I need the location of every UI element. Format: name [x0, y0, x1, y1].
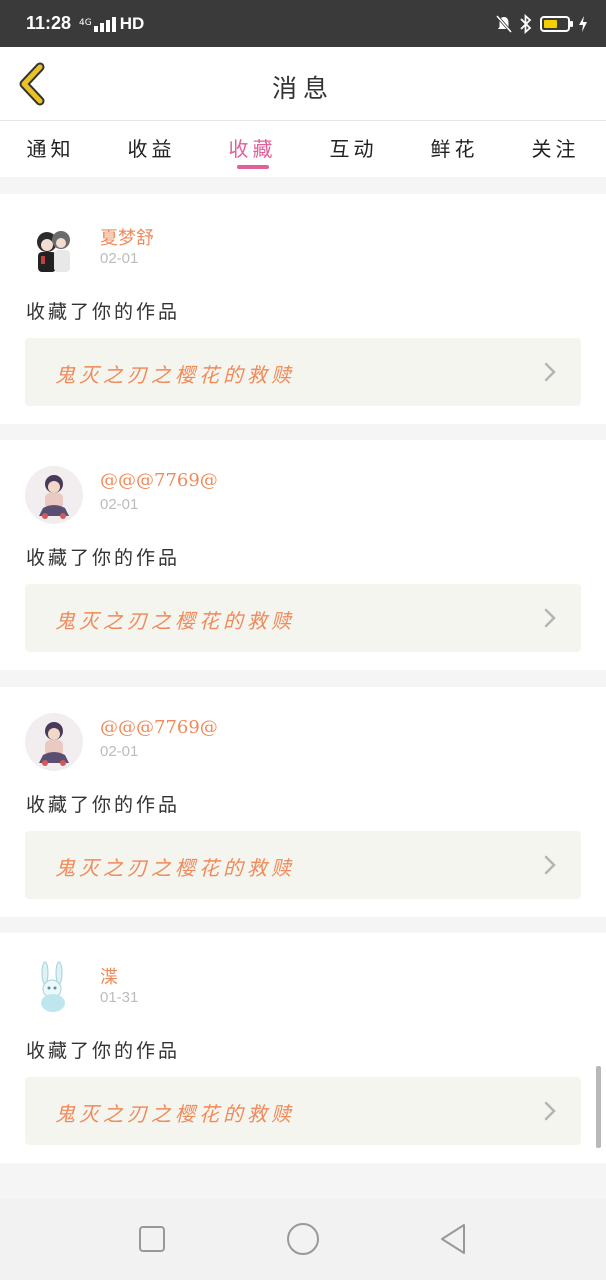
user-name[interactable]: 渫 — [100, 963, 118, 989]
signal-icon — [93, 16, 116, 32]
work-link[interactable]: 鬼灭之刃之樱花的救赎 — [25, 338, 581, 406]
work-title: 鬼灭之刃之樱花的救赎 — [55, 609, 295, 633]
scrollbar[interactable] — [596, 1066, 601, 1148]
charging-icon — [579, 15, 587, 32]
avatar[interactable] — [25, 959, 83, 1017]
message-date: 01-31 — [100, 989, 139, 1006]
chevron-right-icon — [544, 855, 556, 875]
chevron-right-icon — [544, 608, 556, 628]
chevron-right-icon — [544, 1101, 556, 1121]
tab-bar: 通知 收益 收藏 互动 鲜花 关注 — [0, 121, 606, 177]
message-action: 收藏了你的作品 — [26, 547, 181, 569]
message-action: 收藏了你的作品 — [26, 301, 181, 323]
bluetooth-icon — [520, 13, 532, 34]
status-time: 11:28 — [26, 13, 72, 33]
user-name[interactable]: 夏梦舒 — [100, 224, 154, 250]
user-name[interactable]: @@@7769@ — [100, 717, 218, 738]
hd-indicator: HD — [119, 13, 145, 33]
list-item: @@@7769@ 02-01 收藏了你的作品 鬼灭之刃之樱花的救赎 — [0, 687, 606, 917]
message-action: 收藏了你的作品 — [26, 794, 181, 816]
tab-earnings[interactable]: 收益 — [101, 121, 202, 177]
message-date: 02-01 — [100, 250, 139, 267]
work-title: 鬼灭之刃之樱花的救赎 — [55, 856, 295, 880]
avatar[interactable] — [25, 713, 83, 771]
network-indicator: 4G — [79, 19, 92, 28]
work-title: 鬼灭之刃之樱花的救赎 — [55, 363, 295, 387]
tab-favorites[interactable]: 收藏 — [202, 121, 303, 177]
chevron-right-icon — [544, 362, 556, 382]
list-item: @@@7769@ 02-01 收藏了你的作品 鬼灭之刃之樱花的救赎 — [0, 440, 606, 670]
tab-notifications[interactable]: 通知 — [0, 121, 101, 177]
home-button[interactable] — [285, 1221, 321, 1257]
mute-bell-icon — [496, 14, 512, 33]
list-item: 渫 01-31 收藏了你的作品 鬼灭之刃之樱花的救赎 — [0, 933, 606, 1163]
tab-follows[interactable]: 关注 — [505, 121, 606, 177]
avatar[interactable] — [25, 220, 83, 278]
work-title: 鬼灭之刃之樱花的救赎 — [55, 1102, 295, 1126]
status-bar: 11:28 4G HD — [0, 0, 606, 47]
back-nav-button[interactable] — [436, 1221, 472, 1257]
tab-flowers[interactable]: 鲜花 — [404, 121, 505, 177]
message-date: 02-01 — [100, 743, 139, 760]
network-type: 4G — [79, 18, 92, 28]
message-date: 02-01 — [100, 496, 139, 513]
user-name[interactable]: @@@7769@ — [100, 470, 218, 491]
system-nav-bar — [0, 1199, 606, 1280]
app-header: 消息 — [0, 47, 606, 121]
work-link[interactable]: 鬼灭之刃之樱花的救赎 — [25, 831, 581, 899]
work-link[interactable]: 鬼灭之刃之樱花的救赎 — [25, 1077, 581, 1145]
work-link[interactable]: 鬼灭之刃之樱花的救赎 — [25, 584, 581, 652]
message-action: 收藏了你的作品 — [26, 1040, 181, 1062]
recent-apps-button[interactable] — [134, 1221, 170, 1257]
list-item: 夏梦舒 02-01 收藏了你的作品 鬼灭之刃之樱花的救赎 — [0, 194, 606, 424]
avatar[interactable] — [25, 466, 83, 524]
tab-interactions[interactable]: 互动 — [303, 121, 404, 177]
battery-icon — [540, 15, 573, 32]
page-title: 消息 — [271, 74, 334, 103]
